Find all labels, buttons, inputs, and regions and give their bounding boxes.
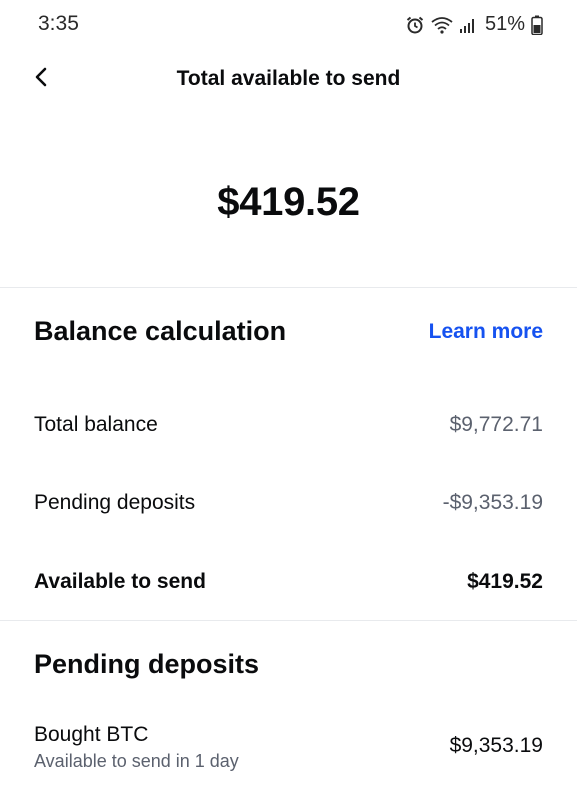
balance-calculation-heading: Balance calculation <box>34 316 287 346</box>
page-title: Total available to send <box>176 67 401 90</box>
pending-deposits-heading: Pending deposits <box>34 649 260 679</box>
learn-more-link[interactable]: Learn more <box>429 320 543 344</box>
signal-icon <box>459 17 477 33</box>
available-to-send-value: $419.52 <box>467 570 543 593</box>
wifi-icon <box>431 16 453 34</box>
pending-deposit-amount: $9,353.19 <box>449 734 543 757</box>
pending-deposits-label: Pending deposits <box>34 491 196 514</box>
total-available-amount: $419.52 <box>217 180 360 224</box>
battery-icon <box>531 15 543 35</box>
total-balance-label: Total balance <box>34 413 158 436</box>
pending-deposit-title: Bought BTC <box>34 723 149 746</box>
total-balance-value: $9,772.71 <box>449 413 543 436</box>
available-to-send-label: Available to send <box>34 570 206 593</box>
battery-percent: 51% <box>484 13 525 35</box>
pending-deposits-value: -$9,353.19 <box>442 491 543 514</box>
divider <box>0 287 577 288</box>
pending-deposit-subtitle: Available to send in 1 day <box>34 751 239 771</box>
status-bar: 3:35 51% <box>0 0 577 50</box>
alarm-icon <box>405 15 425 35</box>
divider <box>0 620 577 621</box>
status-time: 3:35 <box>38 12 79 35</box>
nav-bar: Total available to send <box>0 50 577 112</box>
status-icons: 51% <box>405 13 543 36</box>
